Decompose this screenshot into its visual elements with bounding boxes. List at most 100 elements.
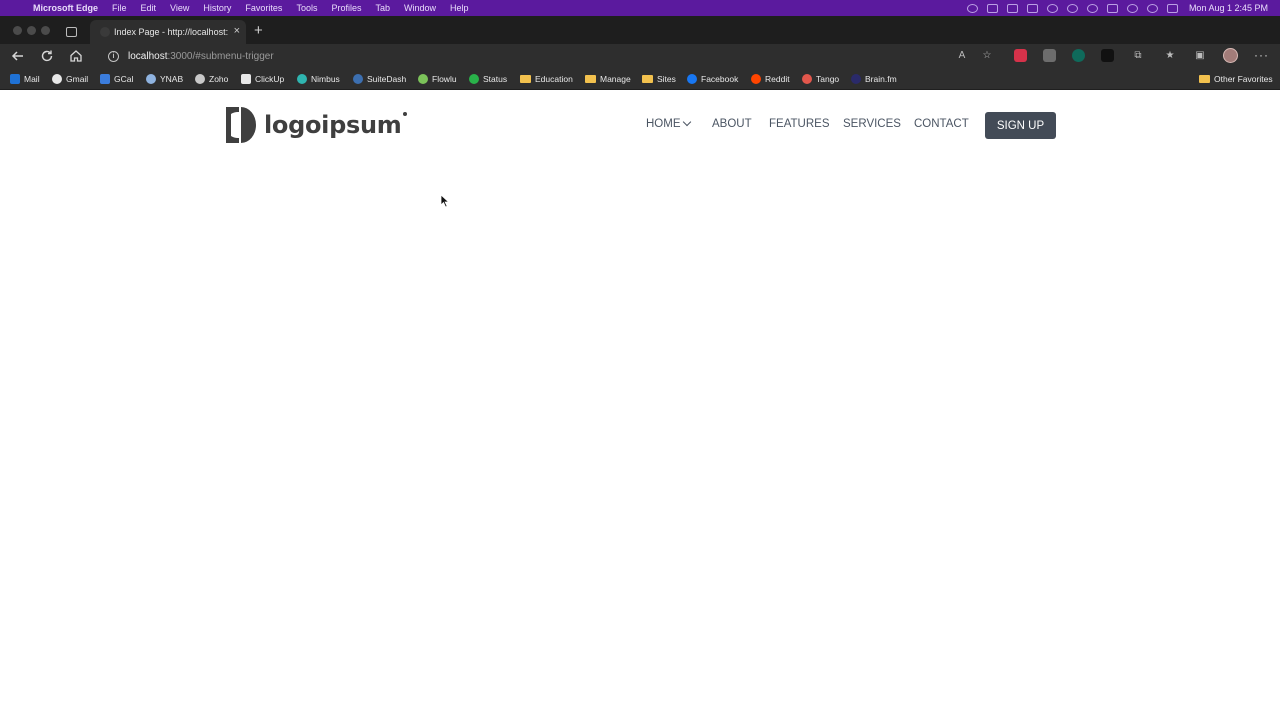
sign-up-button[interactable]: SIGN UP (985, 112, 1056, 139)
bookmark-label: Facebook (701, 74, 739, 84)
new-tab-button[interactable]: + (254, 23, 263, 39)
bookmark-zoho[interactable]: Zoho (195, 72, 228, 86)
brightness-icon[interactable] (966, 3, 978, 13)
bookmark-label: Reddit (765, 74, 790, 84)
bookmark-flowlu[interactable]: Flowlu (418, 72, 457, 86)
bookmark-label: SuiteDash (367, 74, 407, 84)
read-aloud-icon[interactable]: A (956, 50, 968, 62)
dropbox-icon[interactable] (1006, 3, 1018, 13)
zoho-icon (195, 74, 205, 84)
folder-icon (520, 75, 531, 83)
tab-actions-icon[interactable] (66, 27, 77, 37)
menubar-clock[interactable]: Mon Aug 1 2:45 PM (1189, 3, 1268, 13)
status-icon (469, 74, 479, 84)
clock-icon[interactable] (1086, 3, 1098, 13)
url-host: localhost (128, 50, 168, 62)
bookmark-gmail[interactable]: Gmail (52, 72, 88, 86)
address-bar[interactable]: i localhost:3000/#submenu-trigger (100, 46, 1004, 66)
profile-avatar[interactable] (1223, 48, 1238, 63)
bookmark-facebook[interactable]: Facebook (687, 72, 738, 86)
tab-title: Index Page - http://localhost:3 (114, 27, 228, 37)
battery-icon[interactable] (1106, 3, 1118, 13)
menu-help[interactable]: Help (450, 3, 469, 13)
folder-icon (1199, 75, 1210, 83)
bookmark-other-favorites[interactable]: Other Favorites (1199, 72, 1273, 86)
back-icon[interactable] (10, 48, 26, 64)
menu-file[interactable]: File (112, 3, 127, 13)
collections-icon[interactable]: ▣ (1194, 50, 1206, 62)
screen-icon[interactable] (986, 3, 998, 13)
bookmark-label: Zoho (209, 74, 229, 84)
nav-features[interactable]: FEATURES (769, 118, 830, 130)
favorites-icon[interactable]: ★ (1164, 50, 1176, 62)
nav-about[interactable]: ABOUT (712, 118, 752, 130)
bookmark-tango[interactable]: Tango (802, 72, 839, 86)
outlook-icon (10, 74, 20, 84)
bookmarks-bar: Mail Gmail GCal YNAB Zoho ClickUp Nimbus… (0, 68, 1280, 90)
maximize-window-icon[interactable] (41, 26, 50, 35)
bookmark-suitedash[interactable]: SuiteDash (353, 72, 406, 86)
minimize-window-icon[interactable] (27, 26, 36, 35)
google-icon (52, 74, 62, 84)
wifi-icon[interactable] (1126, 3, 1138, 13)
bookmark-nimbus[interactable]: Nimbus (297, 72, 340, 86)
add-favorite-icon[interactable]: ☆ (981, 50, 993, 62)
bookmark-label: Manage (600, 74, 631, 84)
ynab-icon (146, 74, 156, 84)
close-tab-icon[interactable]: × (234, 25, 240, 38)
refresh-icon[interactable] (39, 48, 55, 64)
bookmark-label: Other Favorites (1214, 74, 1273, 84)
bookmark-reddit[interactable]: Reddit (751, 72, 790, 86)
nav-home[interactable]: HOME (646, 117, 691, 130)
nav-contact[interactable]: CONTACT (914, 118, 969, 130)
bookmark-folder-manage[interactable]: Manage (585, 72, 631, 86)
grammarly-extension-icon[interactable] (1072, 49, 1085, 62)
paint-icon[interactable] (1046, 3, 1058, 13)
bookmark-label: Tango (816, 74, 840, 84)
menu-favorites[interactable]: Favorites (245, 3, 282, 13)
folder-icon (642, 75, 653, 83)
mail-extension-icon[interactable] (1043, 49, 1056, 62)
menu-window[interactable]: Window (404, 3, 436, 13)
bookmark-status[interactable]: Status (469, 72, 507, 86)
bookmark-folder-education[interactable]: Education (520, 72, 573, 86)
more-options-icon[interactable]: ··· (1254, 48, 1269, 62)
tab-index-page[interactable]: Index Page - http://localhost:3 × (90, 20, 246, 44)
menu-view[interactable]: View (170, 3, 189, 13)
nav-services[interactable]: SERVICES (843, 118, 901, 130)
bookmark-gcal[interactable]: GCal (100, 72, 133, 86)
close-window-icon[interactable] (13, 26, 22, 35)
bookmark-brainfm[interactable]: Brain.fm (851, 72, 897, 86)
bookmark-clickup[interactable]: ClickUp (241, 72, 284, 86)
control-center-icon[interactable] (1166, 3, 1178, 13)
search-icon[interactable] (1146, 3, 1158, 13)
lastpass-extension-icon[interactable] (1014, 49, 1027, 62)
cloud-icon[interactable] (1066, 3, 1078, 13)
bookmark-ynab[interactable]: YNAB (146, 72, 183, 86)
menu-profiles[interactable]: Profiles (331, 3, 361, 13)
bookmark-folder-sites[interactable]: Sites (642, 72, 676, 86)
menu-app-name[interactable]: Microsoft Edge (33, 3, 98, 13)
extensions-icon[interactable]: ⧉ (1132, 50, 1144, 62)
bookmark-label: Education (535, 74, 573, 84)
menu-history[interactable]: History (203, 3, 231, 13)
url-path: :3000/#submenu-trigger (167, 50, 274, 62)
monitor-icon[interactable] (1026, 3, 1038, 13)
bookmark-label: Gmail (66, 74, 89, 84)
readwise-extension-icon[interactable] (1101, 49, 1114, 62)
site-logo[interactable]: logoipsum (226, 107, 408, 143)
nav-home-label: HOME (646, 118, 681, 130)
menu-tab[interactable]: Tab (375, 3, 390, 13)
brainfm-icon (851, 74, 861, 84)
bookmark-label: Brain.fm (865, 74, 897, 84)
home-icon[interactable] (68, 48, 84, 64)
bookmark-mail[interactable]: Mail (10, 72, 40, 86)
menu-tools[interactable]: Tools (296, 3, 317, 13)
site-info-icon[interactable]: i (108, 50, 119, 62)
bookmark-label: Nimbus (311, 74, 340, 84)
suitedash-icon (353, 74, 363, 84)
browser-toolbar: i localhost:3000/#submenu-trigger A ☆ ⧉ … (0, 44, 1280, 68)
menu-edit[interactable]: Edit (141, 3, 157, 13)
bookmark-label: Status (483, 74, 508, 84)
bookmark-label: GCal (114, 74, 134, 84)
